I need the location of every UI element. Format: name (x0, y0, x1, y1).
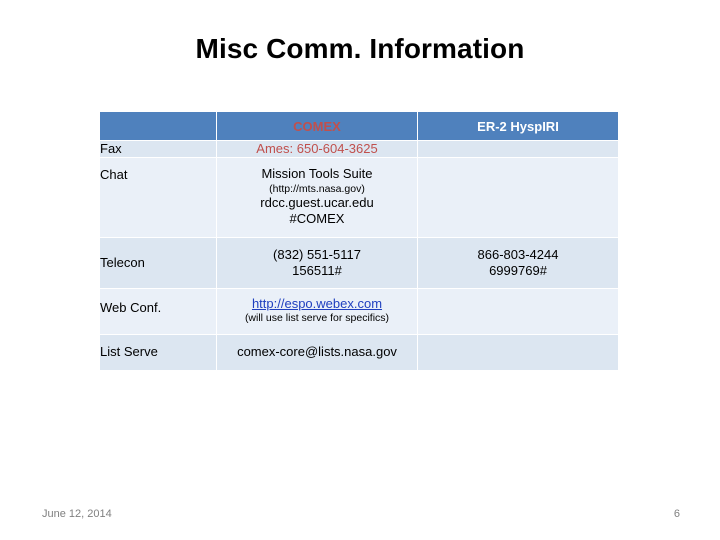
chat-server: rdcc.guest.ucar.edu (260, 195, 374, 211)
fax-number-comex: Ames: 650-604-3625 (256, 141, 378, 156)
chat-tool-name: Mission Tools Suite (261, 166, 373, 182)
row-label-web-conf: Web Conf. (99, 288, 217, 335)
table-row: List Serve comex-core@lists.nasa.gov (99, 333, 619, 372)
row-label-list-serve: List Serve (99, 333, 217, 372)
chat-channel: #COMEX (289, 211, 345, 227)
telecon-passcode-comex: 156511# (292, 262, 342, 278)
table-row: Chat Mission Tools Suite (http://mts.nas… (99, 157, 619, 238)
cell-web-conf-comex: http://espo.webex.com (will use list ser… (216, 288, 418, 335)
row-label-telecon: Telecon (99, 236, 217, 290)
table-body: Fax Ames: 650-604-3625 Chat Mission Tool… (99, 139, 619, 372)
row-label-fax: Fax (99, 139, 217, 159)
cell-telecon-er2: 866-803-4244 6999769# (417, 236, 619, 290)
cell-web-conf-er2 (417, 288, 619, 335)
cell-fax-comex: Ames: 650-604-3625 (216, 139, 418, 159)
web-conf-link[interactable]: http://espo.webex.com (252, 296, 382, 311)
web-conf-note: (will use list serve for specifics) (244, 312, 390, 325)
table-header: COMEX ER-2 HyspIRI (99, 111, 619, 141)
chat-tool-url: (http://mts.nasa.gov) (269, 182, 365, 195)
column-header-comex: COMEX (216, 111, 418, 141)
cell-fax-er2 (417, 139, 619, 159)
telecon-number-er2: 866-803-4244 (477, 246, 559, 262)
cell-chat-er2 (417, 157, 619, 238)
footer-date: June 12, 2014 (42, 508, 112, 520)
table-row: Fax Ames: 650-604-3625 (99, 139, 619, 159)
column-header-blank (99, 111, 217, 141)
table-header-row: COMEX ER-2 HyspIRI (99, 111, 619, 141)
cell-list-serve-comex: comex-core@lists.nasa.gov (216, 333, 418, 372)
table-row: Web Conf. http://espo.webex.com (will us… (99, 288, 619, 335)
telecon-number-comex: (832) 551-5117 (273, 246, 361, 262)
cell-telecon-comex: (832) 551-5117 156511# (216, 236, 418, 290)
page-title: Misc Comm. Information (195, 33, 525, 64)
column-header-er2: ER-2 HyspIRI (417, 111, 619, 141)
row-label-chat: Chat (99, 157, 217, 238)
footer-page-number: 6 (673, 508, 680, 520)
cell-chat-comex: Mission Tools Suite (http://mts.nasa.gov… (216, 157, 418, 238)
slide: Misc Comm. Information COMEX ER-2 HyspIR… (0, 0, 720, 540)
table-row: Telecon (832) 551-5117 156511# 866-803-4… (99, 236, 619, 290)
comm-information-table: COMEX ER-2 HyspIRI Fax Ames: 650-604-362… (99, 111, 619, 372)
cell-list-serve-er2 (417, 333, 619, 372)
telecon-passcode-er2: 6999769# (489, 262, 547, 278)
